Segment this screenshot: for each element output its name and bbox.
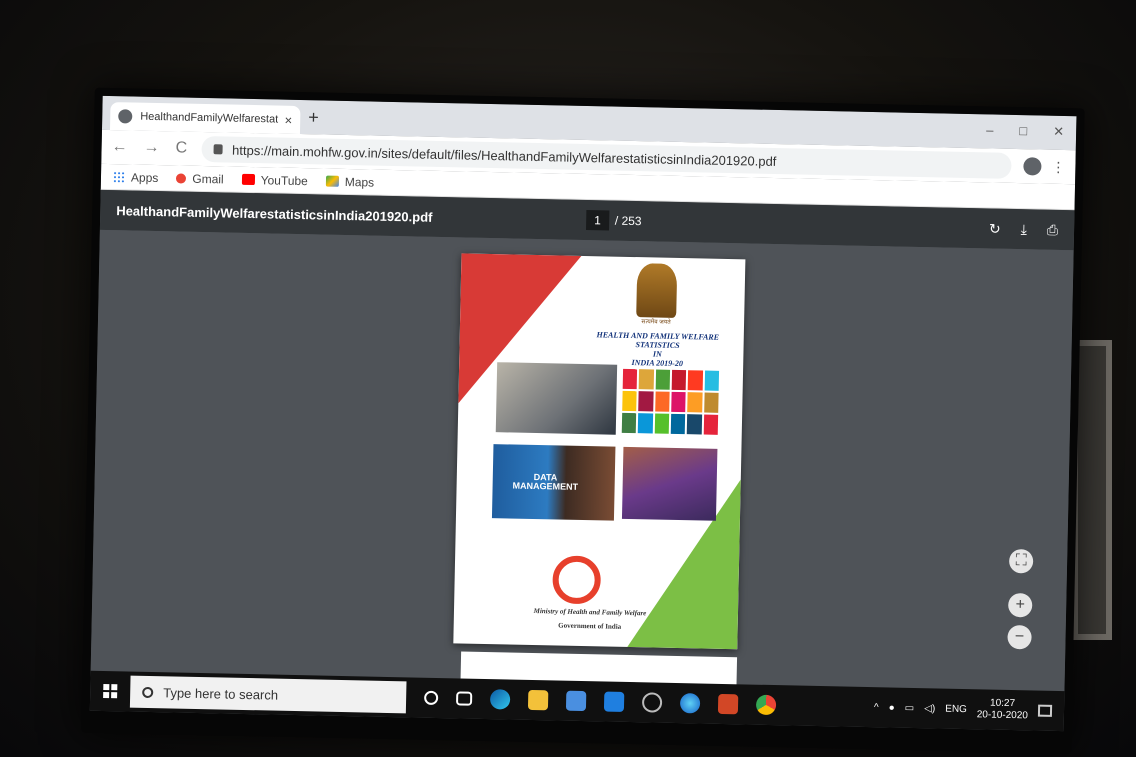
health-workers-photo (495, 362, 618, 435)
sdg-tile (670, 413, 686, 435)
sdg-tile (654, 413, 670, 434)
sdg-tile (655, 369, 671, 390)
sdg-tile (622, 368, 638, 390)
national-emblem-icon (636, 263, 678, 318)
task-view-icon[interactable] (456, 691, 473, 706)
sdg-tile (704, 370, 720, 391)
data-management-photo: DATA MANAGEMENT (491, 444, 616, 521)
print-icon[interactable]: ⎙ (1047, 221, 1059, 238)
pdf-viewport[interactable]: सत्यमेव जयते HEALTH AND FAMILY WELFARE S… (90, 229, 1074, 698)
windows-logo-icon (103, 684, 118, 699)
sdg-tile (687, 370, 703, 391)
sdg-tile (638, 413, 653, 434)
reload-icon[interactable]: C (175, 139, 187, 157)
powerpoint-icon[interactable] (717, 693, 739, 715)
page-selector: 1 / 253 (585, 210, 642, 231)
mail-icon[interactable] (603, 691, 625, 712)
url-text: https://main.mohfw.gov.in/sites/default/… (232, 142, 777, 169)
download-icon[interactable]: ⤓ (1021, 221, 1028, 238)
sdg-tile (671, 391, 686, 413)
language-indicator[interactable]: ENG (945, 703, 967, 714)
file-explorer-icon[interactable] (527, 689, 549, 711)
lock-icon (213, 144, 223, 155)
sdg-tile (621, 412, 637, 434)
restore-button[interactable]: □ (1019, 123, 1027, 139)
chevron-up-icon[interactable]: ^ (874, 702, 879, 713)
menu-icon[interactable]: ⋮ (1051, 158, 1065, 175)
search-icon (142, 686, 154, 698)
close-window-button[interactable]: ✕ (1053, 124, 1064, 140)
edge-icon[interactable] (489, 689, 511, 710)
bookmark-label: YouTube (260, 172, 308, 188)
volume-icon[interactable]: ◁) (924, 703, 935, 714)
sdg-tile (671, 369, 687, 391)
minimize-button[interactable]: – (986, 122, 994, 138)
new-tab-button[interactable]: + (308, 107, 319, 128)
monitor: HealthandFamilyWelfarestatistic × + – □ … (81, 87, 1085, 754)
tab-title: HealthandFamilyWelfarestatistic (140, 110, 279, 126)
maps-icon (325, 175, 339, 187)
sdg-goals-grid (621, 368, 720, 435)
total-pages: / 253 (614, 213, 642, 229)
emblem-caption: सत्यमेव जयते (641, 319, 671, 326)
chrome-icon[interactable] (755, 694, 777, 716)
globe-icon (118, 109, 133, 124)
bookmark-youtube[interactable]: YouTube (241, 172, 308, 188)
media-app-icon[interactable] (679, 693, 701, 714)
bookmark-label: Apps (130, 169, 159, 185)
profile-avatar-icon[interactable] (1023, 157, 1042, 176)
sdg-tile (622, 390, 637, 412)
rotate-icon[interactable]: ↻ (989, 220, 1001, 237)
bookmark-gmail[interactable]: Gmail (176, 171, 224, 186)
nav-buttons: ← → C (111, 138, 187, 158)
google-g-icon (176, 172, 187, 184)
sdg-tile (638, 391, 654, 412)
screen: HealthandFamilyWelfarestatistic × + – □ … (89, 95, 1077, 732)
sdg-tile (687, 392, 703, 413)
taskbar-search[interactable]: Type here to search (129, 675, 407, 714)
search-placeholder: Type here to search (163, 684, 279, 703)
taskbar-apps (424, 688, 777, 716)
fit-page-button[interactable]: ⛶ (1008, 548, 1034, 574)
settings-icon[interactable] (641, 692, 663, 713)
forward-icon[interactable]: → (143, 139, 159, 157)
bookmark-apps[interactable]: Apps (112, 169, 159, 185)
back-icon[interactable]: ← (111, 138, 127, 156)
community-health-photo (621, 446, 718, 521)
sdg-tile (654, 391, 670, 412)
bookmark-maps[interactable]: Maps (325, 174, 375, 190)
clock-time: 10:27 (989, 697, 1016, 710)
pdf-page-1: सत्यमेव जयते HEALTH AND FAMILY WELFARE S… (453, 253, 746, 650)
microphone-icon[interactable]: ● (889, 702, 895, 713)
cortana-icon[interactable] (424, 690, 439, 706)
zoom-out-button[interactable]: − (1007, 624, 1032, 650)
bookmark-label: Gmail (192, 171, 224, 186)
pdf-file-name: HealthandFamilyWelfarestatisticsinIndia2… (116, 202, 433, 225)
system-tray: ^ ● ▭ ◁) ENG 10:27 20-10-2020 (874, 695, 1065, 723)
clock[interactable]: 10:27 20-10-2020 (977, 697, 1029, 722)
tab-close-icon[interactable]: × (284, 112, 292, 127)
sdg-tile (687, 414, 702, 435)
zoom-in-button[interactable]: + (1007, 592, 1033, 618)
sdg-tile (703, 392, 719, 413)
youtube-icon (241, 173, 255, 186)
store-icon[interactable] (565, 690, 587, 712)
bookmark-label: Maps (344, 174, 375, 190)
window-controls: – □ ✕ (986, 122, 1064, 140)
data-management-label: DATA MANAGEMENT (512, 471, 579, 492)
sdg-tile (638, 369, 654, 390)
sdg-tile (703, 414, 719, 435)
start-button[interactable] (90, 684, 130, 699)
browser-tab[interactable]: HealthandFamilyWelfarestatistic × (109, 102, 301, 135)
page-number-input[interactable]: 1 (585, 210, 610, 231)
apps-grid-icon (112, 170, 126, 183)
national-health-mission-logo (552, 555, 602, 605)
network-icon[interactable]: ▭ (905, 702, 915, 713)
clock-date: 20-10-2020 (976, 709, 1029, 722)
pdf-tools: ↻ ⤓ ⎙ (989, 220, 1058, 238)
notification-icon[interactable] (1037, 704, 1053, 717)
